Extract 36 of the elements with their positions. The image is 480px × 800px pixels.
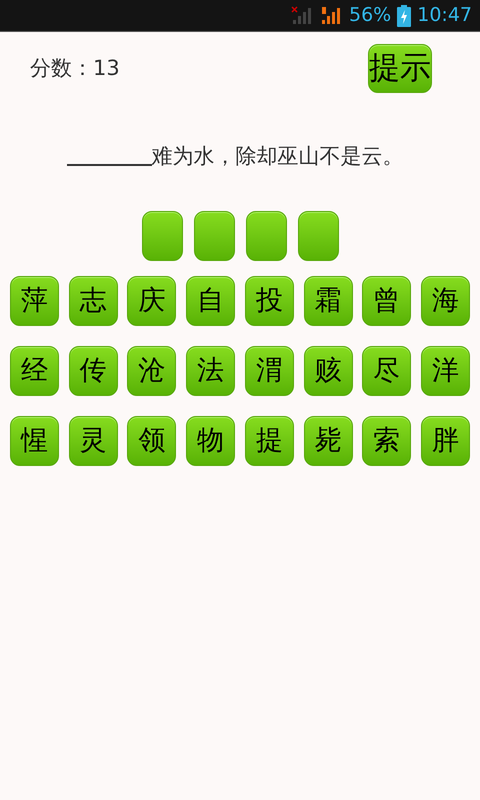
hint-button[interactable]: 提示 xyxy=(368,44,432,93)
character-tile[interactable]: 萍 xyxy=(10,276,59,326)
battery-percentage: 56% xyxy=(349,3,392,28)
character-tile[interactable]: 曾 xyxy=(362,276,412,326)
character-tile[interactable]: 霜 xyxy=(304,276,353,326)
character-tile[interactable]: 毙 xyxy=(304,416,353,466)
character-tile[interactable]: 传 xyxy=(68,346,118,396)
question-text: 难为水，除却巫山不是云。 xyxy=(152,143,404,170)
character-tile[interactable]: 领 xyxy=(127,416,176,466)
answer-slot[interactable] xyxy=(246,210,287,260)
score-label: 分数： xyxy=(30,54,93,82)
character-tile[interactable]: 惺 xyxy=(10,416,59,466)
character-tile[interactable]: 赅 xyxy=(304,346,353,396)
character-tile[interactable]: 索 xyxy=(362,416,412,466)
character-tile[interactable]: 自 xyxy=(186,276,236,326)
clock: 10:47 xyxy=(417,3,472,28)
answer-slot[interactable] xyxy=(142,210,183,260)
answer-slot[interactable] xyxy=(298,210,339,260)
answer-slot[interactable] xyxy=(194,210,235,260)
character-tile[interactable]: 渭 xyxy=(244,346,294,396)
character-tile[interactable]: 物 xyxy=(186,416,236,466)
character-tile[interactable]: 沧 xyxy=(127,346,176,396)
character-tile[interactable]: 经 xyxy=(10,346,59,396)
score-value: 13 xyxy=(93,54,120,82)
character-tile[interactable]: 庆 xyxy=(127,276,176,326)
character-tile[interactable]: 法 xyxy=(186,346,236,396)
character-tile[interactable]: 洋 xyxy=(420,346,470,396)
character-tile[interactable]: 投 xyxy=(244,276,294,326)
character-tile[interactable]: 尽 xyxy=(362,346,412,396)
mobile-data-signal-icon xyxy=(321,6,343,26)
character-tile[interactable]: 胖 xyxy=(420,416,470,466)
character-tile[interactable]: 灵 xyxy=(68,416,118,466)
character-tile[interactable]: 志 xyxy=(68,276,118,326)
battery-charging-icon xyxy=(397,4,412,26)
character-tile[interactable]: 海 xyxy=(420,276,470,326)
character-tile[interactable]: 提 xyxy=(244,416,294,466)
